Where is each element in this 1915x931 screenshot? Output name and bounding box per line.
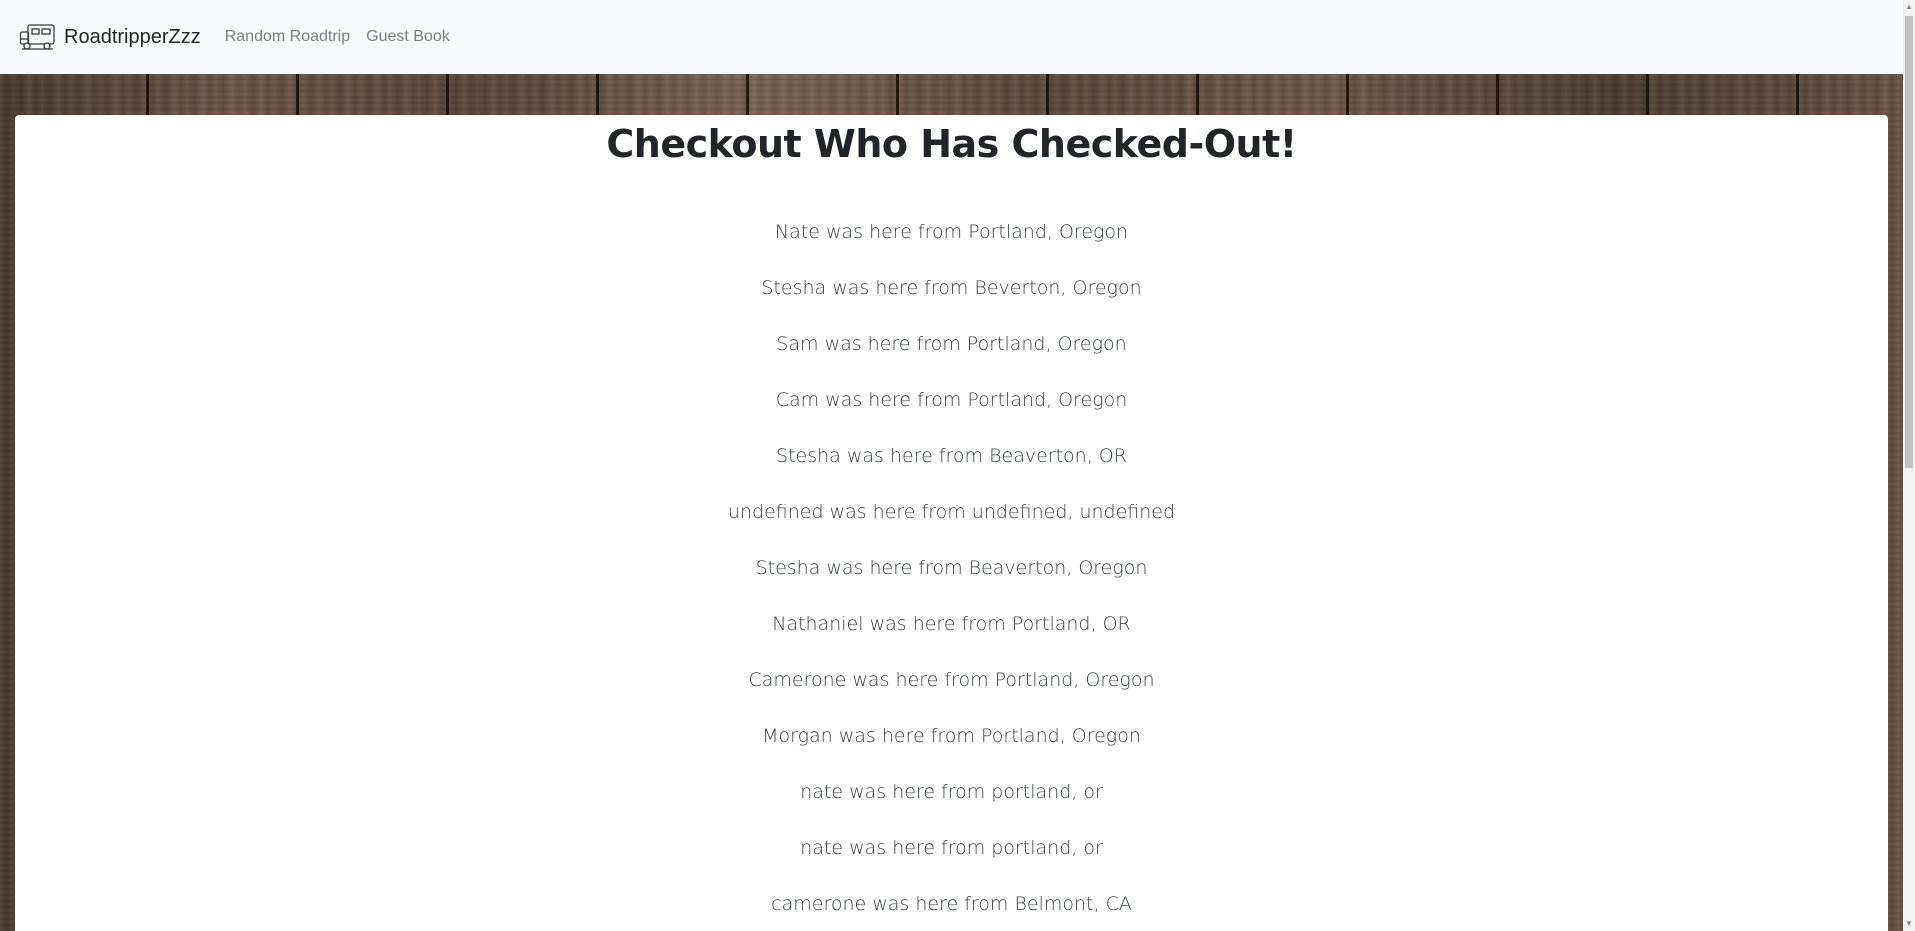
guest-entry: Camerone was here from Portland, Oregon (748, 669, 1155, 691)
guest-entry: Cam was here from Portland, Oregon (775, 389, 1128, 411)
scrollbar-thumb[interactable] (1905, 16, 1913, 468)
nav-link-random-roadtrip[interactable]: Random Roadtrip (225, 28, 350, 46)
guest-entry: nate was here from portland, or (800, 837, 1103, 859)
guest-entry: camerone was here from Belmont, CA (771, 893, 1132, 915)
guest-entry-list: Nate was here from Portland, Oregon Stes… (15, 220, 1888, 931)
guest-entry: Stesha was here from Beaverton, OR (776, 445, 1127, 467)
brand-label: RoadtripperZzz (64, 25, 201, 48)
guest-entry: nate was here from portland, or (800, 781, 1103, 803)
guest-entry: undefined was here from undefined, undef… (727, 501, 1176, 523)
guest-entry: Sam was here from Portland, Oregon (776, 333, 1127, 355)
guest-entry: Morgan was here from Portland, Oregon (762, 725, 1141, 747)
guest-entry: Nathaniel was here from Portland, OR (772, 613, 1131, 635)
brand-link[interactable]: RoadtripperZzz (19, 22, 201, 52)
guest-book-card: Checkout Who Has Checked-Out! Nate was h… (15, 115, 1888, 931)
rv-camper-icon (19, 22, 56, 52)
guest-entry: Nate was here from Portland, Oregon (774, 221, 1129, 243)
guest-entry: Stesha was here from Beverton, Oregon (761, 277, 1142, 299)
page-title: Checkout Who Has Checked-Out! (606, 122, 1297, 166)
nav-link-guest-book[interactable]: Guest Book (366, 28, 450, 46)
guest-entry: Stesha was here from Beaverton, Oregon (755, 557, 1148, 579)
top-navbar: RoadtripperZzz Random Roadtrip Guest Boo… (0, 0, 1903, 74)
page-scrollbar[interactable]: ▲ ▼ (1903, 0, 1915, 931)
scroll-up-arrow-icon[interactable]: ▲ (1903, 0, 1915, 14)
scroll-down-arrow-icon[interactable]: ▼ (1903, 917, 1915, 931)
